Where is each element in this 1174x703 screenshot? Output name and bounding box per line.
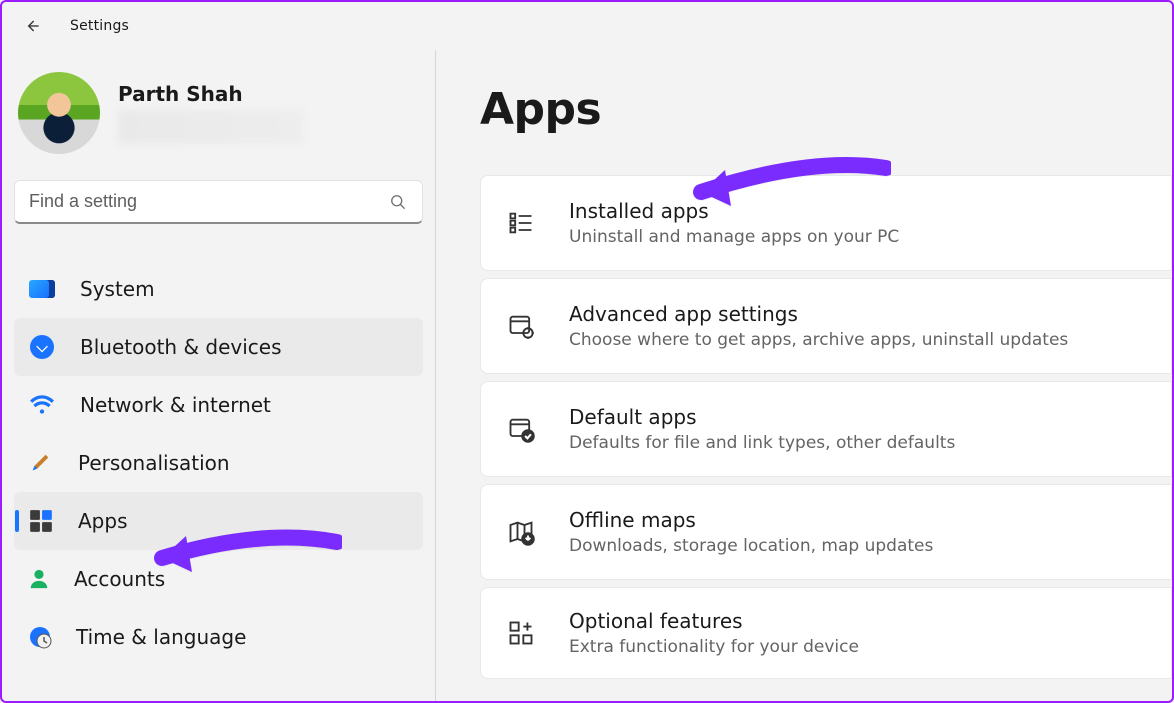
sidebar-item-apps[interactable]: Apps xyxy=(14,492,423,550)
sidebar-item-label: System xyxy=(80,277,155,301)
card-title: Offline maps xyxy=(569,508,933,532)
sidebar-item-system[interactable]: System xyxy=(14,260,423,318)
profile-email-redacted xyxy=(118,110,303,144)
avatar xyxy=(18,72,100,154)
card-optional-features[interactable]: Optional features Extra functionality fo… xyxy=(480,587,1172,679)
sidebar: Parth Shah System ⌵ Bluetooth & devices xyxy=(2,50,436,701)
main-content: Apps Installed apps Uninstall and manage… xyxy=(436,50,1172,701)
profile[interactable]: Parth Shah xyxy=(14,70,423,174)
display-icon xyxy=(28,275,56,303)
card-offline-maps[interactable]: Offline maps Downloads, storage location… xyxy=(480,484,1172,580)
map-download-icon xyxy=(505,516,537,548)
list-icon xyxy=(505,207,537,239)
search-box[interactable] xyxy=(14,180,423,224)
sidebar-item-label: Time & language xyxy=(76,625,246,649)
card-subtitle: Downloads, storage location, map updates xyxy=(569,536,933,556)
search-icon xyxy=(388,192,408,212)
card-installed-apps[interactable]: Installed apps Uninstall and manage apps… xyxy=(480,175,1172,271)
card-title: Advanced app settings xyxy=(569,302,1068,326)
sidebar-item-label: Apps xyxy=(78,509,128,533)
card-advanced-app-settings[interactable]: Advanced app settings Choose where to ge… xyxy=(480,278,1172,374)
card-subtitle: Uninstall and manage apps on your PC xyxy=(569,227,899,247)
card-subtitle: Defaults for file and link types, other … xyxy=(569,433,955,453)
sidebar-item-label: Bluetooth & devices xyxy=(80,335,282,359)
globe-clock-icon xyxy=(28,625,52,649)
grid-plus-icon xyxy=(505,617,537,649)
sidebar-item-accounts[interactable]: Accounts xyxy=(14,550,423,608)
sidebar-nav: System ⌵ Bluetooth & devices Network & i… xyxy=(14,260,423,666)
sidebar-item-label: Personalisation xyxy=(78,451,230,475)
card-subtitle: Choose where to get apps, archive apps, … xyxy=(569,330,1068,350)
sidebar-item-network[interactable]: Network & internet xyxy=(14,376,423,434)
card-title: Installed apps xyxy=(569,199,899,223)
sidebar-item-personalisation[interactable]: Personalisation xyxy=(14,434,423,492)
sidebar-item-label: Accounts xyxy=(74,567,165,591)
bluetooth-icon: ⌵ xyxy=(28,333,56,361)
sidebar-item-bluetooth[interactable]: ⌵ Bluetooth & devices xyxy=(14,318,423,376)
person-icon xyxy=(28,568,50,590)
profile-name: Parth Shah xyxy=(118,82,303,106)
arrow-left-icon xyxy=(22,16,42,36)
search-input[interactable] xyxy=(29,191,388,212)
card-title: Default apps xyxy=(569,405,955,429)
card-subtitle: Extra functionality for your device xyxy=(569,637,859,657)
apps-grid-icon xyxy=(28,508,54,534)
window-check-icon xyxy=(505,413,537,445)
paintbrush-icon xyxy=(28,452,54,474)
window-gear-icon xyxy=(505,310,537,342)
sidebar-item-time-language[interactable]: Time & language xyxy=(14,608,423,666)
wifi-icon xyxy=(28,391,56,419)
card-default-apps[interactable]: Default apps Defaults for file and link … xyxy=(480,381,1172,477)
titlebar: Settings xyxy=(2,2,1172,50)
app-title: Settings xyxy=(70,18,129,34)
card-title: Optional features xyxy=(569,609,859,633)
back-button[interactable] xyxy=(14,8,50,44)
page-title: Apps xyxy=(480,84,1172,135)
sidebar-item-label: Network & internet xyxy=(80,393,271,417)
